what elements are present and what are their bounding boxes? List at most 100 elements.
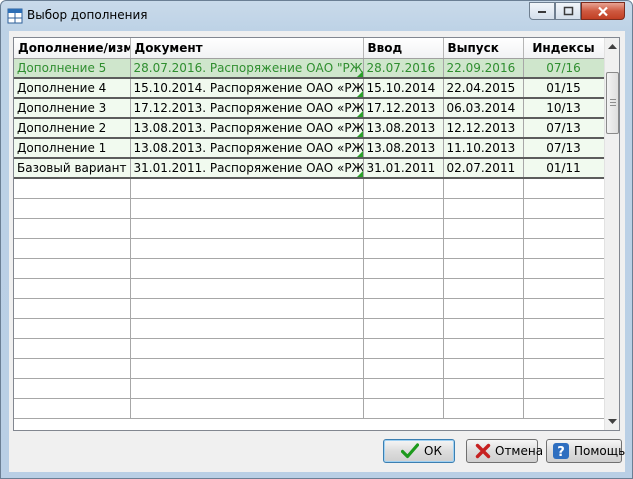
window-title: Выбор дополнения xyxy=(27,8,148,22)
cell-input: 28.07.2016 xyxy=(363,58,444,79)
dialog-window: Выбор дополнения Дополнение/изм Документ xyxy=(0,0,633,479)
note-marker-icon xyxy=(356,71,362,76)
empty-cell xyxy=(363,198,444,219)
empty-cell xyxy=(130,358,364,379)
cell-release: 12.12.2013 xyxy=(443,118,524,139)
cell-release: 02.07.2011 xyxy=(443,158,524,179)
scroll-down-button[interactable] xyxy=(605,413,619,430)
scroll-up-button[interactable] xyxy=(605,38,619,55)
column-header-document[interactable]: Документ xyxy=(130,38,364,59)
empty-row xyxy=(14,218,605,239)
cell-release: 22.09.2016 xyxy=(443,58,524,79)
column-header-indexes[interactable]: Индексы xyxy=(523,38,605,59)
cell-supplement: Дополнение 1 xyxy=(14,138,131,159)
column-header-release[interactable]: Выпуск xyxy=(443,38,524,59)
table-row[interactable]: Дополнение 5 28.07.2016. Распоряжение ОАО… xyxy=(14,58,605,79)
empty-row xyxy=(14,278,605,299)
arrow-up-icon xyxy=(608,44,617,49)
cell-document: 28.07.2016. Распоряжение ОАО "РЖД" xyxy=(130,58,364,79)
empty-cell xyxy=(443,338,524,359)
empty-cell xyxy=(130,318,364,339)
ok-label: ОК xyxy=(424,444,442,458)
dialog-body: Дополнение/изм Документ Ввод Выпуск Инде… xyxy=(9,31,625,472)
empty-cell xyxy=(363,358,444,379)
table-row[interactable]: Дополнение 4 15.10.2014. Распоряжение ОАО… xyxy=(14,78,605,99)
cell-input: 15.10.2014 xyxy=(363,78,444,99)
empty-cell xyxy=(130,258,364,279)
empty-cell xyxy=(363,258,444,279)
empty-cell xyxy=(130,178,364,199)
table-row[interactable]: Дополнение 3 17.12.2013. Распоряжение ОАО… xyxy=(14,98,605,119)
empty-cell xyxy=(443,278,524,299)
arrow-down-icon xyxy=(608,419,617,424)
cancel-button[interactable]: Отмена xyxy=(466,439,543,463)
cell-input: 31.01.2011 xyxy=(363,158,444,179)
cell-document: 17.12.2013. Распоряжение ОАО «РЖД» xyxy=(130,98,364,119)
cell-supplement: Дополнение 2 xyxy=(14,118,131,139)
empty-cell xyxy=(363,298,444,319)
minimize-icon xyxy=(538,11,546,13)
empty-row xyxy=(14,178,605,199)
empty-cell xyxy=(363,338,444,359)
cell-index: 07/16 xyxy=(523,58,605,79)
cell-supplement: Дополнение 4 xyxy=(14,78,131,99)
empty-cell xyxy=(523,218,605,239)
grid-content: Дополнение/изм Документ Ввод Выпуск Инде… xyxy=(14,38,605,430)
empty-cell xyxy=(130,238,364,259)
question-icon: ? xyxy=(552,441,570,461)
empty-cell xyxy=(363,378,444,399)
column-header-supplement[interactable]: Дополнение/изм xyxy=(14,38,131,59)
minimize-button[interactable] xyxy=(529,2,555,20)
empty-cell xyxy=(14,378,131,399)
empty-row xyxy=(14,338,605,359)
column-header-input[interactable]: Ввод xyxy=(363,38,444,59)
empty-row xyxy=(14,258,605,279)
help-label: Помощь xyxy=(574,444,626,458)
table-row[interactable]: Базовый вариант 31.01.2011. Распоряжение … xyxy=(14,158,605,179)
empty-cell xyxy=(130,298,364,319)
cell-input: 13.08.2013 xyxy=(363,118,444,139)
empty-cell xyxy=(14,258,131,279)
empty-cell xyxy=(14,238,131,259)
empty-cell xyxy=(523,298,605,319)
cell-supplement: Дополнение 3 xyxy=(14,98,131,119)
cell-release: 06.03.2014 xyxy=(443,98,524,119)
empty-cell xyxy=(523,258,605,279)
supplements-grid[interactable]: Дополнение/изм Документ Ввод Выпуск Инде… xyxy=(13,37,620,431)
cell-release: 22.04.2015 xyxy=(443,78,524,99)
note-marker-icon xyxy=(356,131,362,136)
empty-row xyxy=(14,358,605,379)
maximize-button[interactable] xyxy=(555,2,581,20)
ok-button[interactable]: ОК xyxy=(383,439,455,463)
empty-row xyxy=(14,398,605,419)
help-button[interactable]: ? Помощь xyxy=(546,439,626,463)
empty-cell xyxy=(363,238,444,259)
table-row[interactable]: Дополнение 2 13.08.2013. Распоряжение ОАО… xyxy=(14,118,605,139)
cell-document: 15.10.2014. Распоряжение ОАО «РЖД» xyxy=(130,78,364,99)
title-bar[interactable]: Выбор дополнения xyxy=(1,1,632,31)
empty-cell xyxy=(14,358,131,379)
empty-cell xyxy=(14,398,131,419)
vertical-scrollbar[interactable] xyxy=(604,38,619,430)
empty-cell xyxy=(523,178,605,199)
empty-row xyxy=(14,378,605,399)
empty-cell xyxy=(523,278,605,299)
cell-index: 01/11 xyxy=(523,158,605,179)
empty-cell xyxy=(130,398,364,419)
empty-cell xyxy=(14,318,131,339)
cell-index: 07/13 xyxy=(523,118,605,139)
note-marker-icon xyxy=(356,151,362,156)
close-button[interactable] xyxy=(581,2,625,20)
empty-row xyxy=(14,198,605,219)
cell-release: 11.10.2013 xyxy=(443,138,524,159)
scroll-thumb[interactable] xyxy=(606,72,619,134)
empty-cell xyxy=(443,378,524,399)
table-row[interactable]: Дополнение 1 13.08.2013. Распоряжение ОАО… xyxy=(14,138,605,159)
empty-cell xyxy=(443,238,524,259)
cell-input: 13.08.2013 xyxy=(363,138,444,159)
empty-cell xyxy=(14,338,131,359)
empty-cell xyxy=(523,238,605,259)
empty-cell xyxy=(523,318,605,339)
empty-cell xyxy=(443,258,524,279)
empty-cell xyxy=(14,178,131,199)
